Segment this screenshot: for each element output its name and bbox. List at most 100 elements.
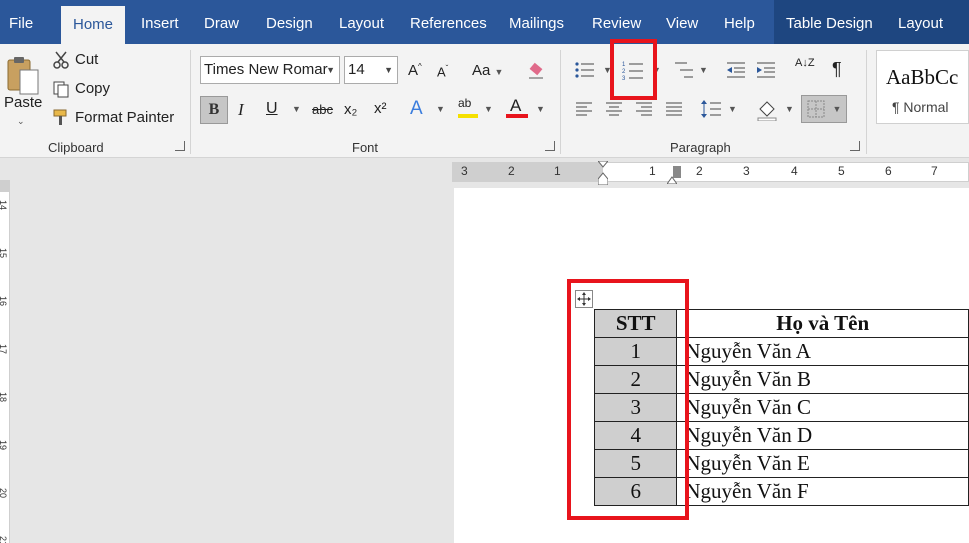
table-cell-name[interactable]: Nguyễn Văn B — [676, 365, 969, 394]
ruler-tick-label: 2 — [696, 164, 703, 178]
show-formatting-button[interactable]: ¶ — [832, 59, 842, 80]
table-column-marker[interactable] — [673, 166, 681, 178]
highlight-color-bar — [458, 114, 478, 118]
ruler-tick-label: 16 — [0, 295, 9, 307]
chevron-down-icon: ▼ — [384, 65, 393, 75]
tab-review[interactable]: Review — [592, 0, 641, 44]
tab-draw[interactable]: Draw — [204, 0, 239, 44]
font-color-button[interactable]: A — [510, 96, 521, 116]
scissors-icon — [52, 51, 70, 69]
font-name-field[interactable]: Times New Romar ▼ — [200, 56, 340, 84]
table-cell-name[interactable]: Nguyễn Văn D — [676, 421, 969, 450]
indent-marker-icon[interactable] — [596, 160, 610, 186]
paste-icon[interactable] — [4, 52, 42, 100]
tab-view[interactable]: View — [666, 0, 698, 44]
table-cell-name[interactable]: Nguyễn Văn A — [676, 337, 969, 366]
tab-design[interactable]: Design — [266, 0, 313, 44]
grow-font-label: A — [408, 62, 419, 79]
tab-table-design[interactable]: Table Design — [774, 0, 885, 44]
ribbon-tab-bar: File Home Insert Draw Design Layout Refe… — [0, 0, 969, 44]
italic-button[interactable]: I — [238, 100, 244, 120]
vertical-ruler: 14 15 16 17 18 19 20 21 — [0, 180, 10, 543]
text-effects-dropdown[interactable]: ▼ — [436, 104, 445, 114]
multilevel-list-icon[interactable] — [672, 58, 696, 82]
ruler-tick-label: 4 — [791, 164, 798, 178]
clipboard-launcher-icon[interactable] — [175, 141, 185, 151]
paste-dropdown[interactable]: ⌄ — [17, 116, 25, 127]
line-spacing-dropdown[interactable]: ▼ — [728, 104, 737, 114]
superscript-button[interactable]: x² — [374, 100, 387, 117]
ruler-tick-label: 1 — [649, 164, 656, 178]
style-preview: AaBbCc — [886, 65, 959, 89]
sort-button[interactable]: A↓Z — [795, 58, 815, 69]
tab-table-layout[interactable]: Layout — [885, 0, 969, 44]
ruler-tick-label: 6 — [885, 164, 892, 178]
shrink-font-button[interactable]: Aˇ — [437, 64, 448, 79]
copy-button[interactable]: Copy — [75, 80, 110, 97]
group-divider — [866, 50, 867, 154]
strikethrough-button[interactable]: abc — [312, 102, 333, 117]
line-spacing-icon[interactable] — [700, 98, 722, 120]
subscript-button[interactable]: x₂ — [344, 101, 357, 118]
align-left-icon[interactable] — [573, 98, 595, 120]
shrink-font-label: A — [437, 64, 446, 80]
horizontal-ruler[interactable]: 3 2 1 1 2 3 4 5 6 7 — [452, 160, 969, 186]
ruler-tick-label: 18 — [0, 391, 9, 403]
group-divider — [560, 50, 561, 154]
change-case-label: Aa — [472, 62, 491, 79]
bold-button[interactable]: B — [200, 96, 228, 124]
tab-home[interactable]: Home — [61, 6, 126, 44]
stt-column-highlight-frame — [567, 279, 689, 520]
numbering-highlight-frame — [610, 39, 657, 100]
copy-icon — [52, 80, 70, 98]
highlight-button[interactable]: ab — [458, 96, 471, 110]
underline-dropdown[interactable]: ▼ — [292, 104, 301, 114]
ruler-tick-label: 15 — [0, 247, 9, 259]
align-center-icon[interactable] — [603, 98, 625, 120]
font-size-value: 14 — [348, 61, 365, 78]
increase-indent-icon[interactable] — [754, 58, 778, 82]
shading-dropdown[interactable]: ▼ — [785, 104, 794, 114]
ruler-margin — [453, 163, 603, 181]
paragraph-group-label: Paragraph — [670, 140, 731, 155]
tab-mailings[interactable]: Mailings — [509, 0, 564, 44]
table-cell-name[interactable]: Nguyễn Văn E — [676, 449, 969, 478]
change-case-button[interactable]: Aa ▼ — [472, 62, 503, 79]
underline-button[interactable]: U — [266, 100, 278, 118]
decrease-indent-icon[interactable] — [724, 58, 748, 82]
text-effects-button[interactable]: A — [410, 98, 423, 120]
ruler-tick-label: 5 — [838, 164, 845, 178]
paste-button[interactable]: Paste — [4, 94, 42, 111]
font-launcher-icon[interactable] — [545, 141, 555, 151]
shading-icon[interactable] — [755, 98, 779, 122]
bullets-icon[interactable] — [573, 58, 597, 82]
ruler-tick-label: 3 — [743, 164, 750, 178]
grow-font-button[interactable]: A^ — [408, 62, 422, 79]
tab-insert[interactable]: Insert — [141, 0, 179, 44]
chevron-down-icon: ▼ — [326, 65, 335, 75]
font-size-field[interactable]: 14 ▼ — [344, 56, 398, 84]
ruler-tick-label: 14 — [0, 199, 9, 211]
format-painter-button[interactable]: Format Painter — [75, 109, 174, 126]
table-cell-name[interactable]: Nguyễn Văn C — [676, 393, 969, 422]
align-right-icon[interactable] — [633, 98, 655, 120]
justify-icon[interactable] — [663, 98, 685, 120]
table-header-cell[interactable]: Họ và Tên — [676, 309, 969, 338]
borders-button[interactable]: ▼ — [801, 95, 847, 123]
clear-formatting-icon[interactable] — [525, 60, 547, 82]
cut-button[interactable]: Cut — [75, 51, 98, 68]
ruler-tick-label: 2 — [508, 164, 515, 178]
style-normal[interactable]: AaBbCc ¶ Normal — [876, 50, 969, 124]
tab-help[interactable]: Help — [724, 0, 755, 44]
group-divider — [190, 50, 191, 154]
tab-references[interactable]: References — [410, 0, 487, 44]
ruler-margin — [0, 180, 10, 192]
multilevel-list-dropdown[interactable]: ▼ — [699, 65, 708, 75]
tab-file[interactable]: File — [9, 0, 33, 44]
font-color-dropdown[interactable]: ▼ — [536, 104, 545, 114]
table-cell-name[interactable]: Nguyễn Văn F — [676, 477, 969, 506]
highlight-dropdown[interactable]: ▼ — [484, 104, 493, 114]
ruler-tick-label: 17 — [0, 343, 9, 355]
paragraph-launcher-icon[interactable] — [850, 141, 860, 151]
tab-layout[interactable]: Layout — [339, 0, 384, 44]
